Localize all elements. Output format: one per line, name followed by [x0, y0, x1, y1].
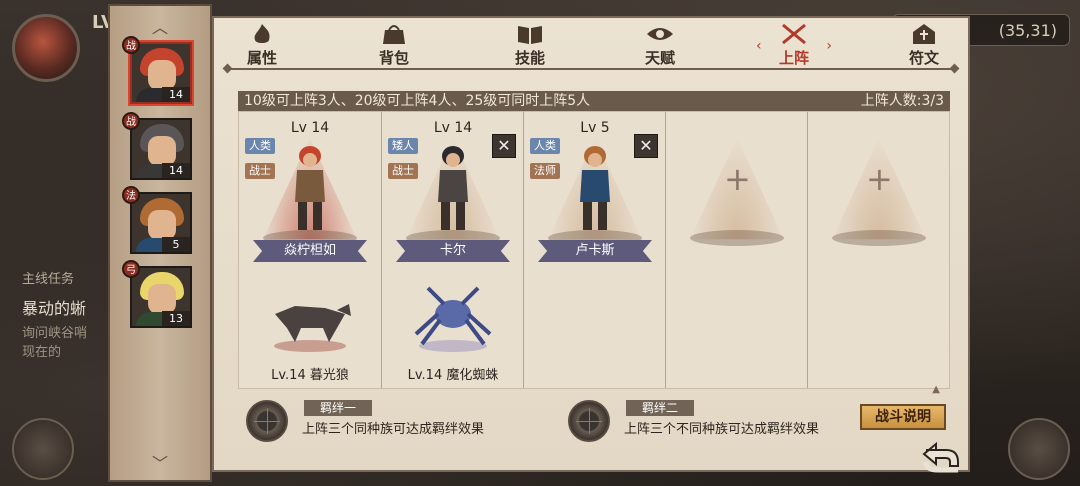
deploy-info-bar: 10级可上阵3人、20级可上阵4人、25级可同时上阵5人 上阵人数:3/3 — [238, 91, 950, 111]
slots-scroll-indicator-icon: ▲ — [932, 384, 940, 395]
slot-shadow — [832, 230, 926, 246]
hero-tags: 人类 战士 — [245, 138, 275, 188]
hero-name-banner: 焱柠柦如 — [253, 240, 367, 262]
back-arrow-icon[interactable] — [920, 440, 964, 480]
empty-deploy-slot[interactable]: + — [807, 112, 950, 388]
tab-bag[interactable]: 背包 — [362, 22, 426, 68]
hero-portrait[interactable]: 14 — [130, 42, 192, 104]
deploy-slot[interactable]: Lv 14 矮人 战士 卡尔 ✕ Lv.14 魔化蜘蛛 — [381, 112, 524, 388]
hero-figure[interactable] — [285, 142, 335, 237]
wolf-pet-figure[interactable] — [265, 284, 355, 354]
bag-icon — [383, 25, 405, 44]
bond-title: 羁绊一 — [304, 400, 372, 416]
class-badge-icon: 战 — [122, 112, 140, 130]
hero-portrait[interactable]: 13 — [130, 266, 192, 328]
class-badge-icon: 法 — [122, 186, 140, 204]
hero-portrait[interactable]: 5 — [130, 192, 192, 254]
class-badge-icon: 战 — [122, 36, 140, 54]
race-tag: 人类 — [245, 138, 275, 154]
deploy-slot[interactable]: Lv 5 人类 法师 卢卡斯 ✕ — [523, 112, 666, 388]
hero-face — [148, 136, 176, 166]
add-hero-icon[interactable]: + — [866, 160, 893, 198]
hero-portrait[interactable]: 14 — [130, 118, 192, 180]
deploy-count: 上阵人数:3/3 — [860, 93, 944, 109]
hero-face — [148, 284, 176, 314]
spider-pet-figure[interactable] — [408, 284, 498, 354]
crossed-swords-icon — [782, 23, 806, 45]
class-tag: 法师 — [530, 163, 560, 179]
hero-level: 14 — [162, 163, 190, 178]
deploy-slot[interactable]: Lv 14 人类战士焱柠柦如 Lv.14 暮光狼 — [239, 112, 381, 388]
bond-description: 上阵三个不同种族可达成羁绊效果 — [624, 422, 820, 437]
tab-label: 上阵 — [778, 49, 809, 67]
quest-line: 现在的 — [22, 345, 62, 360]
empty-deploy-slot[interactable]: + — [665, 112, 808, 388]
tab-label: 天赋 — [644, 49, 675, 67]
tab-divider — [228, 68, 954, 70]
class-badge-icon: 弓 — [122, 260, 140, 278]
remove-hero-icon[interactable]: ✕ — [634, 134, 658, 158]
tab-bar: 属性 背包 技能 天赋 上阵 ‹ › 符文 — [214, 18, 968, 68]
house-button[interactable] — [1008, 418, 1070, 480]
hero-figure[interactable] — [570, 142, 620, 237]
bond-title: 羁绊二 — [626, 400, 694, 416]
bond-medal-icon — [246, 400, 288, 442]
hero-list-sidebar: ︿ 战 14 战 14 法 5 弓 13 ﹀ — [108, 4, 212, 482]
add-hero-icon[interactable]: + — [724, 160, 751, 198]
hero-level-label: Lv 14 — [290, 120, 330, 136]
hero-name-banner: 卡尔 — [396, 240, 510, 262]
tab-label: 背包 — [378, 49, 409, 67]
bond-medal-icon — [568, 400, 610, 442]
quest-line: 询问峡谷哨 — [22, 326, 88, 341]
slot-shadow — [690, 230, 784, 246]
tab-flame[interactable]: 属性 — [230, 22, 294, 68]
scroll-down-icon[interactable]: ﹀ — [110, 450, 210, 474]
hero-level: 5 — [162, 237, 190, 252]
hero-tags: 人类 法师 — [530, 138, 560, 188]
flame-icon — [254, 24, 270, 43]
pet-name-label: Lv.14 魔化蜘蛛 — [407, 368, 499, 383]
tab-eye[interactable]: 天赋 — [628, 22, 692, 68]
race-tag: 人类 — [530, 138, 560, 154]
quest-title: 暴动的蜥 — [22, 299, 87, 318]
quest-header: 主线任务 — [22, 272, 75, 287]
tab-crossed-swords[interactable]: 上阵 ‹ › — [756, 22, 832, 68]
quest-tracker[interactable]: 主线任务 暴动的蜥 询问峡谷哨 现在的 — [22, 268, 87, 360]
deploy-rule-text: 10级可上阵3人、20级可上阵4人、25级可同时上阵5人 — [244, 93, 591, 109]
tab-label: 符文 — [908, 49, 939, 67]
tab-label: 技能 — [514, 49, 545, 67]
class-tag: 战士 — [388, 163, 418, 179]
hero-level: 14 — [162, 87, 190, 102]
player-avatar[interactable] — [12, 14, 80, 82]
book-icon — [518, 26, 542, 44]
deploy-slots: Lv 14 人类战士焱柠柦如 Lv.14 暮光狼 Lv 14 矮人战士卡尔 ✕ Lv.14 … — [238, 111, 950, 389]
tab-active-marker-left: ‹ — [756, 38, 762, 54]
hero-level: 13 — [162, 311, 190, 326]
tab-rune[interactable]: 符文 — [892, 22, 956, 68]
tab-active-marker-right: › — [826, 38, 832, 54]
bond-description: 上阵三个同种族可达成羁绊效果 — [302, 422, 485, 437]
pet-name-label: Lv.14 暮光狼 — [271, 368, 349, 383]
race-tag: 矮人 — [388, 138, 418, 154]
character-panel: 属性 背包 技能 天赋 上阵 ‹ › 符文 10级可上阵3人、20级可上阵4人、25级可同时上… — [212, 16, 970, 472]
hero-figure[interactable] — [428, 142, 478, 237]
rune-icon — [913, 24, 935, 44]
hero-face — [148, 60, 176, 90]
tab-book[interactable]: 技能 — [498, 22, 562, 68]
hero-tags: 矮人 战士 — [388, 138, 418, 188]
eye-icon — [647, 28, 673, 40]
hero-name-banner: 卢卡斯 — [538, 240, 652, 262]
remove-hero-icon[interactable]: ✕ — [492, 134, 516, 158]
battle-info-button[interactable]: 战斗说明 — [860, 404, 946, 430]
compass-button[interactable] — [12, 418, 74, 480]
hero-face — [148, 210, 176, 240]
scroll-up-icon[interactable]: ︿ — [110, 14, 210, 38]
tab-label: 属性 — [246, 49, 277, 67]
class-tag: 战士 — [245, 163, 275, 179]
